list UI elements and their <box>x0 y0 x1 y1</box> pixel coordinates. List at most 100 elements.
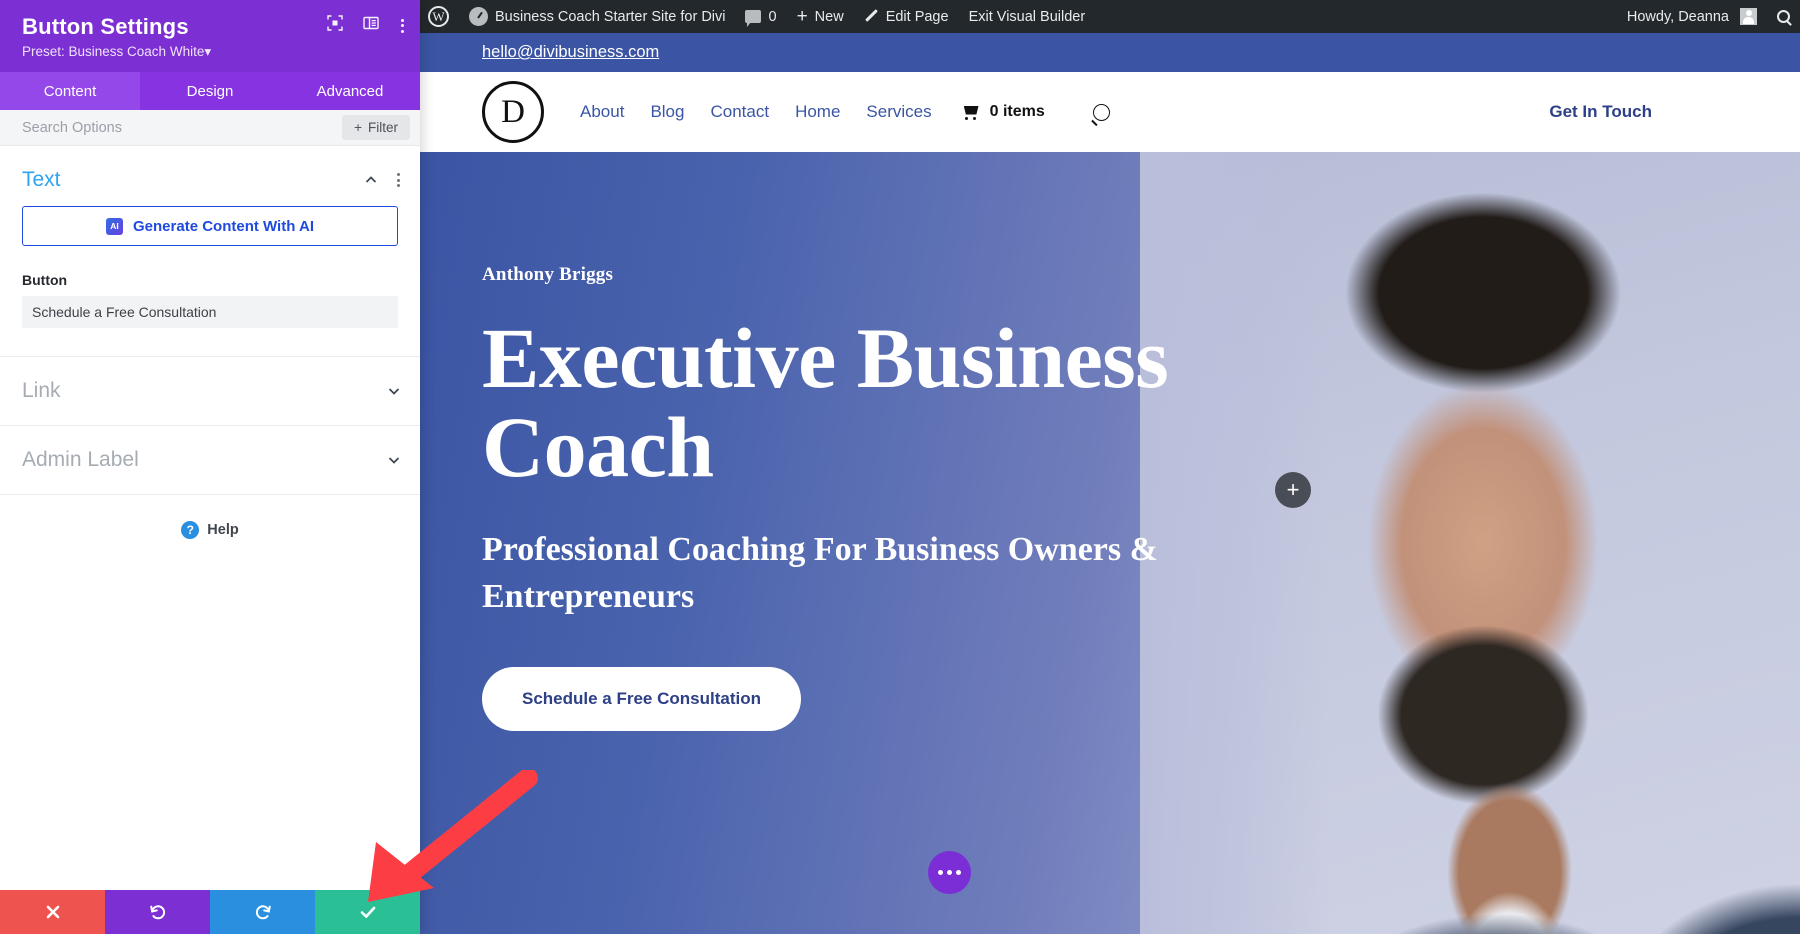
ai-badge-icon: AI <box>106 217 123 235</box>
shopping-cart-icon <box>962 105 982 120</box>
cart-count-label: 0 items <box>989 103 1045 120</box>
generate-content-with-ai-button[interactable]: AI Generate Content With AI <box>22 206 398 246</box>
help-label: Help <box>207 522 239 538</box>
help-link[interactable]: ? Help <box>0 495 420 539</box>
hero-cta-button[interactable]: Schedule a Free Consultation <box>482 666 801 731</box>
panel-preset-label: Preset: Business Coach White <box>22 44 205 59</box>
site-title-label: Business Coach Starter Site for Divi <box>495 8 726 25</box>
comment-bubble-icon <box>745 10 762 27</box>
dashboard-icon <box>469 7 488 26</box>
panel-search-row: + Filter <box>0 110 420 146</box>
button-field-label: Button <box>22 272 68 288</box>
plus-icon: + <box>354 120 362 135</box>
nav-link-contact[interactable]: Contact <box>710 102 769 122</box>
dot <box>397 173 400 176</box>
search-icon <box>1777 10 1790 23</box>
nav-search-icon[interactable] <box>1092 103 1110 121</box>
dot <box>397 178 400 182</box>
chevron-down-icon[interactable] <box>386 452 402 468</box>
filter-button-label: Filter <box>368 120 398 135</box>
section-title-link: Link <box>22 379 61 402</box>
section-more-options-icon[interactable] <box>395 171 402 189</box>
tab-content[interactable]: Content <box>0 72 140 110</box>
panel-layout-icon[interactable] <box>363 15 379 36</box>
section-title-text: Text <box>22 168 61 191</box>
chevron-up-icon[interactable] <box>363 172 379 188</box>
dot <box>401 18 404 22</box>
section-header-link[interactable]: Link <box>0 357 420 426</box>
panel-tabs: Content Design Advanced <box>0 72 420 110</box>
hero-title: Executive Business Coach <box>482 310 1169 496</box>
close-icon <box>46 905 59 919</box>
contact-email-link[interactable]: hello@divibusiness.com <box>482 43 659 62</box>
new-label: New <box>814 8 844 25</box>
admin-bar-edit-page[interactable]: Edit Page <box>854 0 959 33</box>
panel-body: Text AI Generate Content With AI Button … <box>0 146 420 890</box>
builder-options-fab[interactable] <box>928 851 971 894</box>
hero-portrait-image <box>1140 152 1800 934</box>
site-logo[interactable]: D <box>482 81 544 143</box>
dot <box>401 29 404 33</box>
nav-link-blog[interactable]: Blog <box>650 102 684 122</box>
dot <box>401 24 404 27</box>
dot <box>938 870 943 875</box>
question-mark-icon: ? <box>181 521 200 539</box>
panel-more-options-icon[interactable] <box>399 17 406 35</box>
hero-kicker: Anthony Briggs <box>482 264 614 285</box>
wordpress-logo-icon <box>428 6 449 27</box>
get-in-touch-button[interactable]: Get In Touch <box>1549 102 1738 122</box>
admin-bar-comments[interactable]: 0 <box>735 0 786 33</box>
hero-content: Anthony Briggs Executive Business Coach … <box>420 152 1180 731</box>
admin-bar-wordpress-logo[interactable] <box>420 0 459 33</box>
admin-bar-exit-visual-builder[interactable]: Exit Visual Builder <box>959 0 1096 33</box>
avatar <box>1740 8 1757 25</box>
site-navigation: D About Blog Contact Home Services 0 ite… <box>420 72 1800 152</box>
visual-builder-canvas: hello@divibusiness.com D About Blog Cont… <box>420 33 1800 934</box>
filter-button[interactable]: + Filter <box>342 115 410 140</box>
edit-page-label: Edit Page <box>885 8 949 25</box>
hero-section: Anthony Briggs Executive Business Coach … <box>420 152 1800 934</box>
panel-header-icons <box>327 15 406 36</box>
panel-header: Button Settings Preset: Business Coach W… <box>0 0 420 72</box>
section-text-icons <box>363 171 402 189</box>
save-button[interactable] <box>315 890 420 934</box>
section-header-text[interactable]: Text <box>0 146 420 206</box>
admin-bar-my-account[interactable]: Howdy, Deanna <box>1617 0 1767 33</box>
panel-preset-selector[interactable]: Preset: Business Coach White▾ <box>22 44 402 60</box>
redo-button[interactable] <box>210 890 315 934</box>
dot <box>397 184 400 187</box>
admin-bar-new[interactable]: + New <box>787 0 854 33</box>
panel-footer-actions <box>0 890 420 934</box>
undo-button[interactable] <box>105 890 210 934</box>
section-header-admin-label[interactable]: Admin Label <box>0 426 420 495</box>
chevron-down-icon: ▾ <box>204 44 212 59</box>
cart-link[interactable]: 0 items <box>962 103 1045 121</box>
exit-visual-builder-label: Exit Visual Builder <box>968 8 1086 25</box>
button-settings-panel: Button Settings Preset: Business Coach W… <box>0 0 420 934</box>
nav-link-about[interactable]: About <box>580 102 624 122</box>
checkmark-icon <box>360 906 375 918</box>
admin-bar-search[interactable] <box>1767 0 1800 33</box>
nav-link-home[interactable]: Home <box>795 102 840 122</box>
tab-design[interactable]: Design <box>140 72 280 110</box>
chevron-down-icon[interactable] <box>386 383 402 399</box>
focus-target-icon[interactable] <box>327 15 343 36</box>
dot <box>947 870 952 875</box>
site-topbar: hello@divibusiness.com <box>420 33 1800 72</box>
cancel-button[interactable] <box>0 890 105 934</box>
undo-icon <box>149 905 165 920</box>
admin-bar-site-name[interactable]: Business Coach Starter Site for Divi <box>459 0 735 33</box>
search-options-input[interactable] <box>22 119 343 136</box>
plus-icon: + <box>796 6 808 27</box>
hero-subtitle: Professional Coaching For Business Owner… <box>482 530 1158 615</box>
wp-admin-bar: Business Coach Starter Site for Divi 0 +… <box>420 0 1800 33</box>
dot <box>956 870 961 875</box>
add-module-plus-icon[interactable]: + <box>1275 472 1311 508</box>
button-text-input[interactable]: Schedule a Free Consultation <box>22 296 398 328</box>
nav-link-services[interactable]: Services <box>866 102 931 122</box>
section-title-admin-label: Admin Label <box>22 448 139 471</box>
nav-links: About Blog Contact Home Services 0 items <box>580 102 1110 122</box>
pencil-icon <box>864 9 879 24</box>
generate-content-with-ai-label: Generate Content With AI <box>133 217 314 235</box>
tab-advanced[interactable]: Advanced <box>280 72 420 110</box>
